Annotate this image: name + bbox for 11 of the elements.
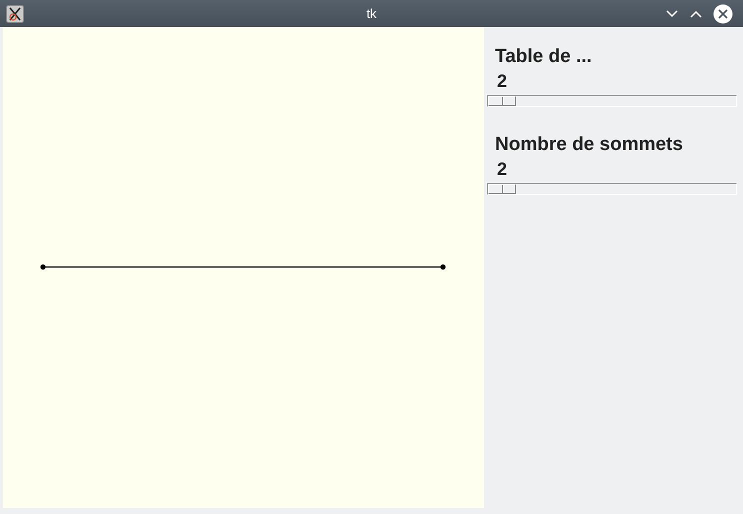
- scale-value: 2: [497, 158, 508, 181]
- slider-thumb[interactable]: [488, 184, 516, 194]
- slider-thumb[interactable]: [488, 96, 516, 106]
- scale-label: Nombre de sommets: [495, 133, 684, 157]
- slider-track[interactable]: [487, 183, 737, 195]
- scale-value: 2: [497, 70, 508, 93]
- slider-track[interactable]: [487, 95, 737, 107]
- app-icon: [6, 4, 24, 22]
- close-icon[interactable]: [713, 4, 733, 24]
- scale-label: Table de ...: [495, 45, 593, 69]
- window-title: tk: [366, 6, 377, 21]
